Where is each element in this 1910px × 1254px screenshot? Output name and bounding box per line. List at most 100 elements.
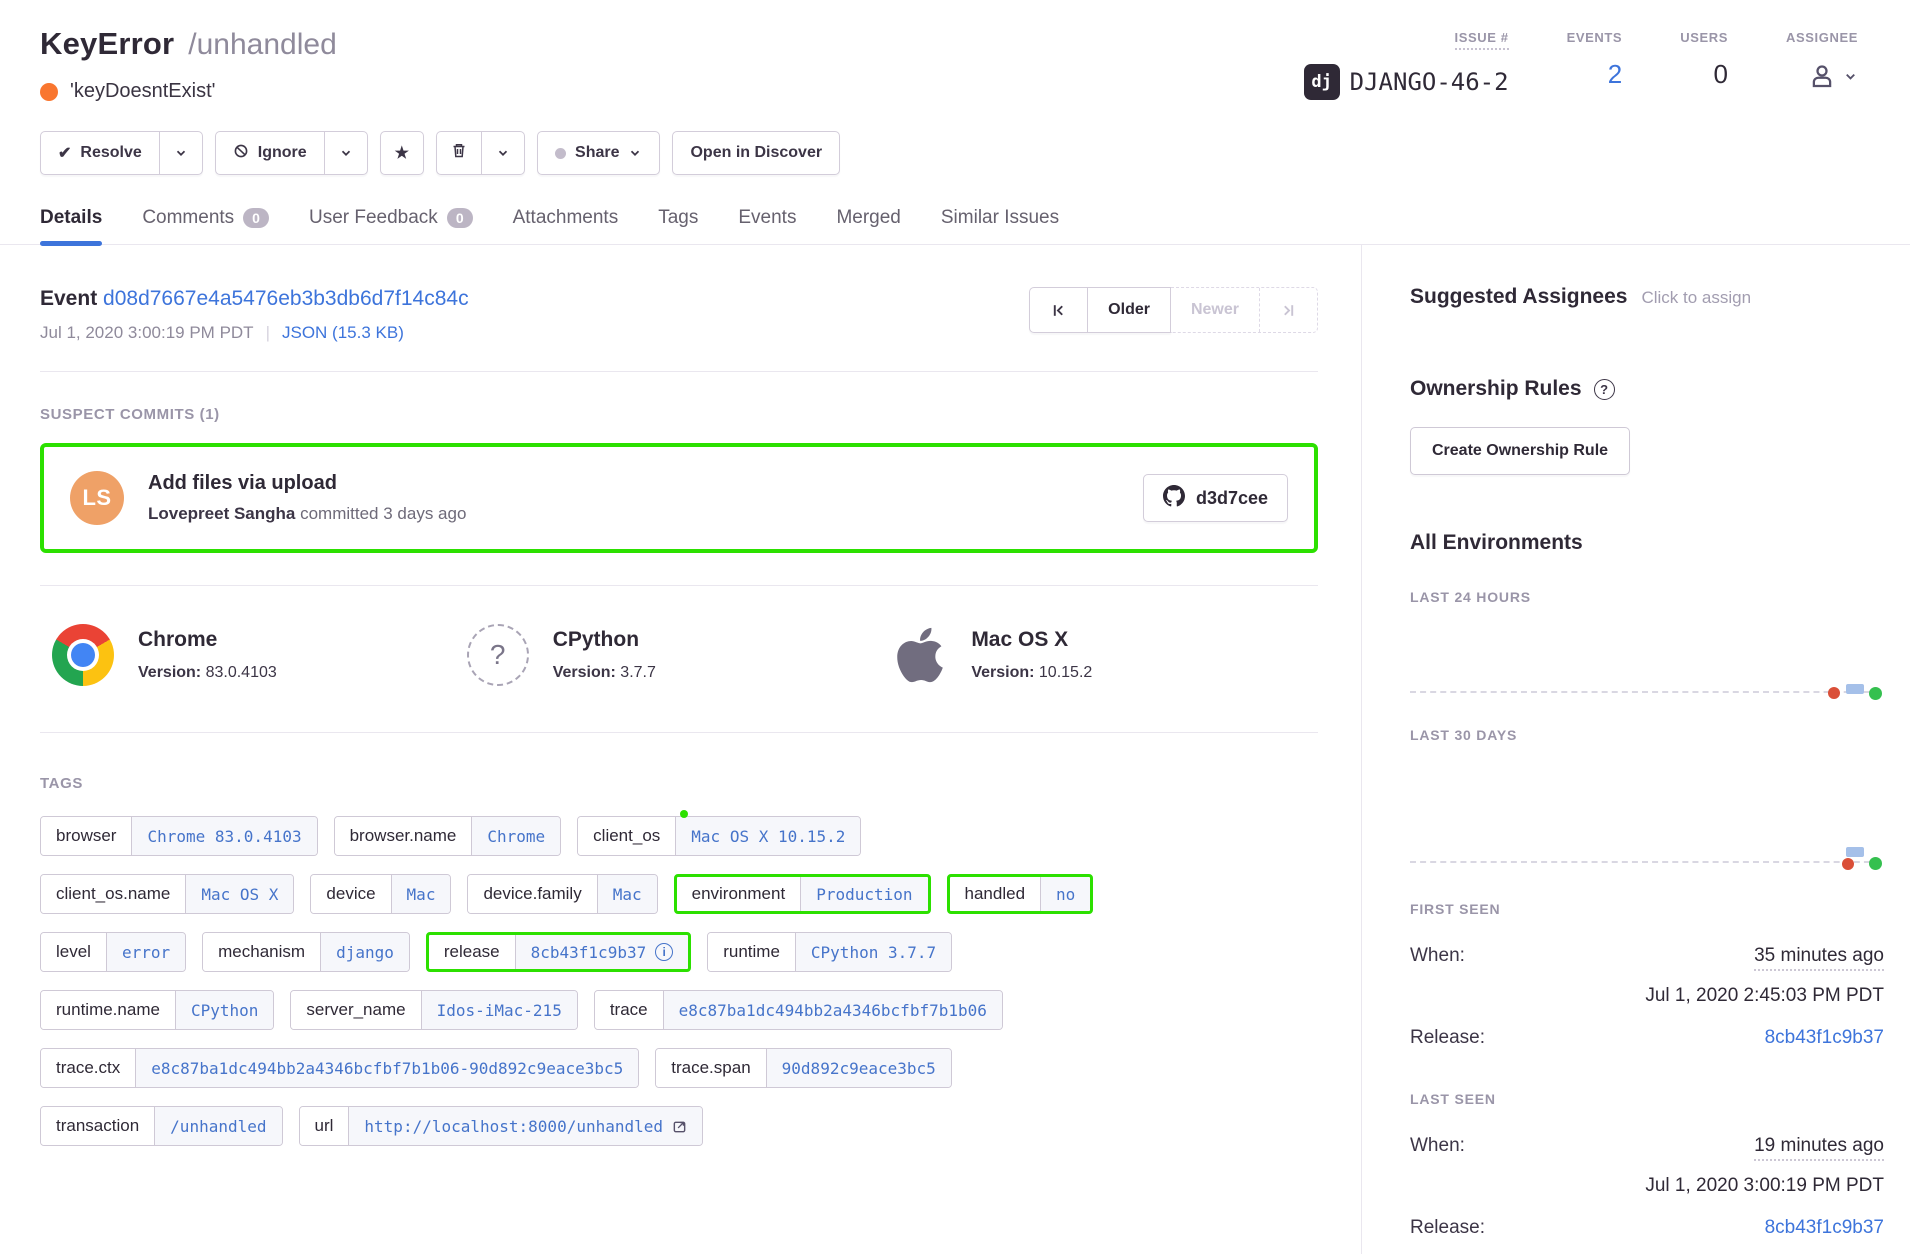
- tab-similar-issues[interactable]: Similar Issues: [941, 207, 1059, 244]
- commit-subtitle: Lovepreet Sangha committed 3 days ago: [148, 504, 1119, 524]
- create-ownership-rule-button[interactable]: Create Ownership Rule: [1410, 427, 1630, 475]
- share-button[interactable]: Share: [538, 132, 659, 174]
- stat-assignee: ASSIGNEE: [1786, 30, 1858, 100]
- tag-environment: environmentProduction: [674, 874, 931, 914]
- tag-url: url http://localhost:8000/unhandled: [299, 1106, 704, 1146]
- issue-title: KeyError: [40, 26, 174, 62]
- tag-value-link[interactable]: 8cb43f1c9b37i: [515, 935, 689, 969]
- tab-comments[interactable]: Comments0: [142, 207, 269, 244]
- share-button-group: Share: [537, 131, 660, 175]
- chevron-down-icon: [496, 146, 510, 160]
- tab-events[interactable]: Events: [738, 207, 796, 244]
- resolve-button[interactable]: ✔ Resolve: [41, 132, 159, 174]
- tag-value: e8c87ba1dc494bb2a4346bcfbf7b1b06: [679, 1001, 987, 1020]
- tag-value: http://localhost:8000/unhandled: [364, 1117, 663, 1136]
- assignee-dropdown[interactable]: [1807, 59, 1858, 91]
- tag-value-link[interactable]: Mac OS X: [185, 875, 293, 913]
- tag-value: Idos-iMac-215: [437, 1001, 562, 1020]
- tag-key: server_name: [291, 991, 420, 1029]
- delete-dropdown-button[interactable]: [481, 132, 524, 174]
- tag-value-link[interactable]: django: [320, 933, 409, 971]
- separator: |: [266, 323, 270, 343]
- events-label: EVENTS: [1567, 30, 1623, 45]
- star-icon: ★: [395, 143, 409, 163]
- divider: [40, 371, 1318, 372]
- bookmark-button-group: ★: [380, 131, 424, 175]
- tab-user-feedback[interactable]: User Feedback0: [309, 207, 473, 244]
- help-icon[interactable]: ?: [1594, 379, 1615, 400]
- tag-value-link[interactable]: error: [106, 933, 185, 971]
- event-json-link[interactable]: JSON (15.3 KB): [282, 323, 404, 343]
- tag-device: deviceMac: [310, 874, 451, 914]
- first-seen-relative: 35 minutes ago: [1754, 945, 1884, 971]
- suggested-assignees-hint: Click to assign: [1641, 288, 1751, 308]
- tag-value-link[interactable]: no: [1040, 877, 1090, 911]
- ignore-button[interactable]: Ignore: [216, 132, 324, 174]
- event-pagination: Older Newer: [1029, 287, 1318, 333]
- event-id-link[interactable]: d08d7667e4a5476eb3b3db6d7f14c84c: [103, 287, 469, 310]
- tag-row: trace.ctxe8c87ba1dc494bb2a4346bcfbf7b1b0…: [40, 1048, 1318, 1088]
- version-label: Version:: [553, 664, 616, 681]
- tab-attachments[interactable]: Attachments: [513, 207, 619, 244]
- star-button[interactable]: ★: [381, 132, 423, 174]
- delete-button[interactable]: [437, 132, 481, 174]
- chrome-icon: [52, 624, 114, 686]
- tab-label: Attachments: [513, 207, 619, 229]
- tab-merged[interactable]: Merged: [836, 207, 900, 244]
- info-icon[interactable]: i: [655, 943, 673, 961]
- tag-value-link[interactable]: Production: [800, 877, 927, 911]
- tag-value-link[interactable]: CPython: [175, 991, 273, 1029]
- tag-value-link[interactable]: 90d892c9eace3bc5: [766, 1049, 951, 1087]
- tag-value: django: [336, 943, 394, 962]
- older-event-button[interactable]: Older: [1087, 288, 1170, 332]
- external-link-icon[interactable]: [672, 1119, 687, 1134]
- oldest-event-button[interactable]: [1030, 288, 1087, 332]
- first-seen-release-link[interactable]: 8cb43f1c9b37: [1765, 1027, 1884, 1049]
- context-browser-text: Chrome Version: 83.0.4103: [138, 628, 277, 682]
- tag-release: release8cb43f1c9b37i: [426, 932, 691, 972]
- context-os-text: Mac OS X Version: 10.15.2: [971, 628, 1092, 682]
- newest-event-button[interactable]: [1259, 288, 1317, 332]
- tag-key: release: [429, 935, 515, 969]
- tag-value-link[interactable]: Chrome: [471, 817, 560, 855]
- last-seen-release-link[interactable]: 8cb43f1c9b37: [1765, 1217, 1884, 1239]
- tag-key: level: [41, 933, 106, 971]
- pagination-enabled-group: Older: [1029, 287, 1171, 333]
- resolve-button-group: ✔ Resolve: [40, 131, 203, 175]
- tag-row: transaction/unhandledurlhttp://localhost…: [40, 1106, 1318, 1146]
- events-count[interactable]: 2: [1608, 59, 1622, 90]
- tab-label: Details: [40, 207, 102, 229]
- tab-details[interactable]: Details: [40, 207, 102, 244]
- issue-short-id[interactable]: dj DJANGO-46-2: [1304, 64, 1509, 100]
- resolve-dropdown-button[interactable]: [159, 132, 202, 174]
- tag-value-link[interactable]: Chrome 83.0.4103: [131, 817, 316, 855]
- ban-icon: [233, 143, 249, 164]
- tag-value-link[interactable]: CPython 3.7.7: [795, 933, 951, 971]
- tag-value-link[interactable]: Mac OS X 10.15.2: [675, 817, 860, 855]
- tag-key: trace.span: [656, 1049, 765, 1087]
- tag-key: runtime: [708, 933, 795, 971]
- tag-value-link[interactable]: e8c87ba1dc494bb2a4346bcfbf7b1b06: [663, 991, 1002, 1029]
- tab-label: Events: [738, 207, 796, 229]
- tag-key: url: [300, 1107, 349, 1145]
- open-in-discover-button[interactable]: Open in Discover: [673, 132, 839, 174]
- tag-value-link[interactable]: /unhandled: [154, 1107, 281, 1145]
- tag-value-link[interactable]: http://localhost:8000/unhandled: [348, 1107, 702, 1145]
- tab-tags[interactable]: Tags: [658, 207, 698, 244]
- ignore-button-group: Ignore: [215, 131, 368, 175]
- tag-value-link[interactable]: e8c87ba1dc494bb2a4346bcfbf7b1b06-90d892c…: [135, 1049, 638, 1087]
- tag-key: client_os: [578, 817, 675, 855]
- tag-row: runtime.nameCPythonserver_nameIdos-iMac-…: [40, 990, 1318, 1030]
- all-environments-title: All Environments: [1410, 531, 1884, 555]
- event-contexts: Chrome Version: 83.0.4103 ? CPython Vers…: [40, 585, 1318, 733]
- spark-release-marker: [1869, 857, 1882, 870]
- newer-event-button[interactable]: Newer: [1171, 288, 1259, 332]
- users-count: 0: [1714, 59, 1728, 90]
- commit-sha-button[interactable]: d3d7cee: [1143, 474, 1288, 522]
- assignee-person-icon: [1807, 61, 1837, 91]
- tag-value-link[interactable]: Mac: [391, 875, 451, 913]
- tag-value-link[interactable]: Idos-iMac-215: [421, 991, 577, 1029]
- tab-label: Merged: [836, 207, 900, 229]
- tag-value-link[interactable]: Mac: [597, 875, 657, 913]
- ignore-dropdown-button[interactable]: [324, 132, 367, 174]
